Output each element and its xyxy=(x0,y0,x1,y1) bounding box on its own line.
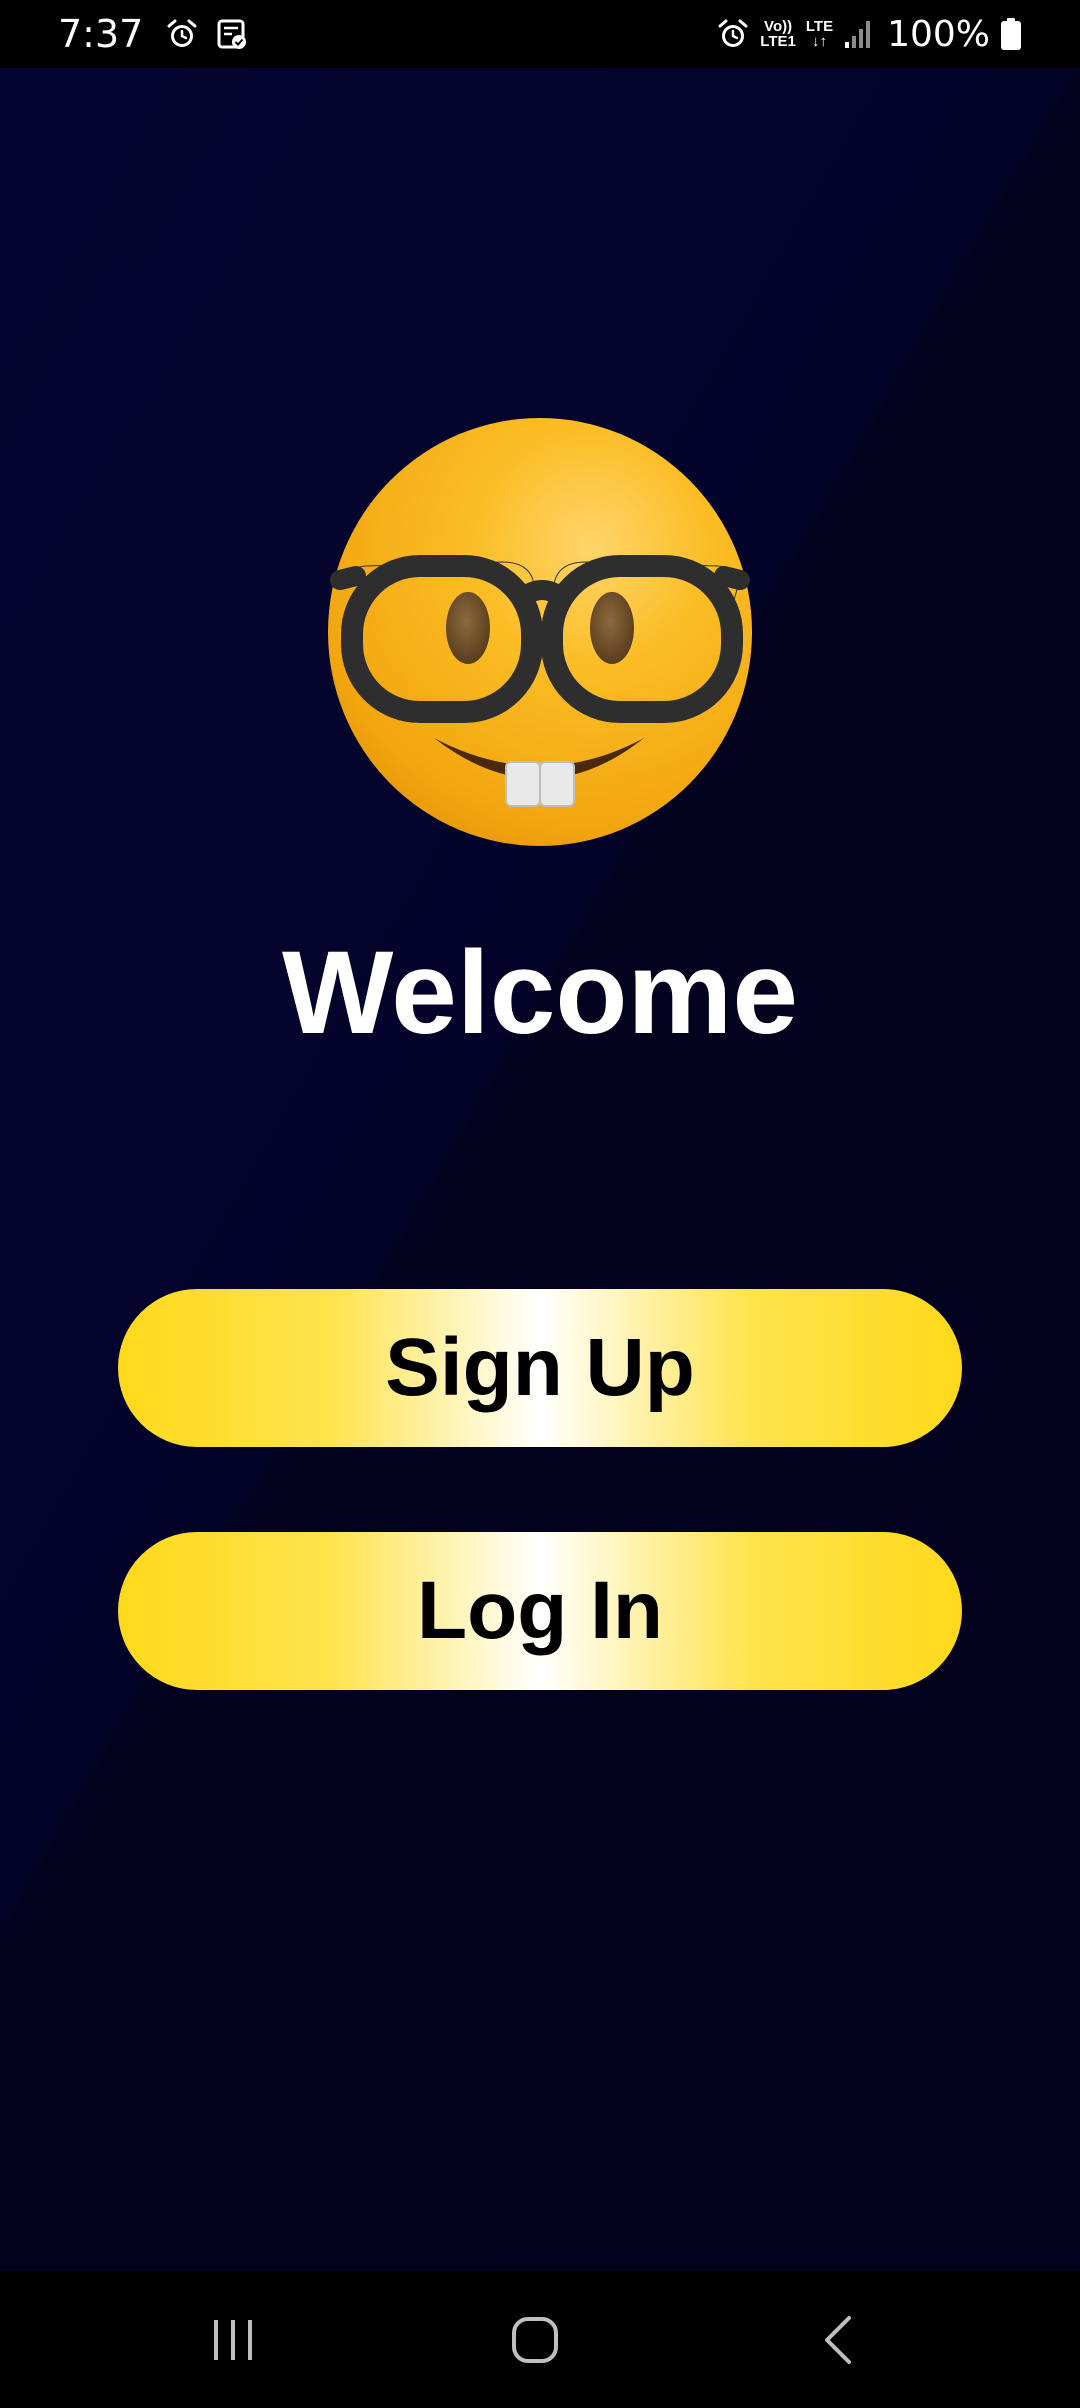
navigation-bar xyxy=(0,2271,1080,2408)
recents-icon[interactable] xyxy=(153,2271,313,2408)
status-left: 7:37 xyxy=(58,0,249,68)
volte-top: Vo)) xyxy=(764,18,793,35)
alarm-icon xyxy=(165,17,199,51)
volte-bottom: LTE1 xyxy=(760,33,796,50)
battery-icon xyxy=(1000,17,1022,51)
screen: 7:37 Vo)) LTE1 LTE ↓↑ 100% Welcome Sign … xyxy=(0,0,1080,2408)
status-right: Vo)) LTE1 LTE ↓↑ 100% xyxy=(716,0,1022,68)
page-title: Welcome xyxy=(282,927,798,1059)
lte-top: LTE xyxy=(805,18,834,35)
home-icon[interactable] xyxy=(455,2271,615,2408)
lte-data-icon: LTE ↓↑ xyxy=(806,19,833,49)
battery-percent: 100% xyxy=(887,13,990,55)
sign-up-button[interactable]: Sign Up xyxy=(118,1289,962,1447)
status-bar: 7:37 Vo)) LTE1 LTE ↓↑ 100% xyxy=(0,0,1080,68)
lte-bottom: ↓↑ xyxy=(811,33,827,50)
volte-icon: Vo)) LTE1 xyxy=(760,19,796,49)
task-check-icon xyxy=(215,17,249,51)
back-icon[interactable] xyxy=(758,2271,918,2408)
status-time: 7:37 xyxy=(58,12,144,56)
welcome-screen: Welcome Sign Up Log In xyxy=(0,68,1080,2271)
nerd-face-emoji xyxy=(326,416,754,848)
signal-icon xyxy=(843,18,873,50)
alarm-icon xyxy=(716,17,750,51)
log-in-button[interactable]: Log In xyxy=(118,1532,962,1690)
